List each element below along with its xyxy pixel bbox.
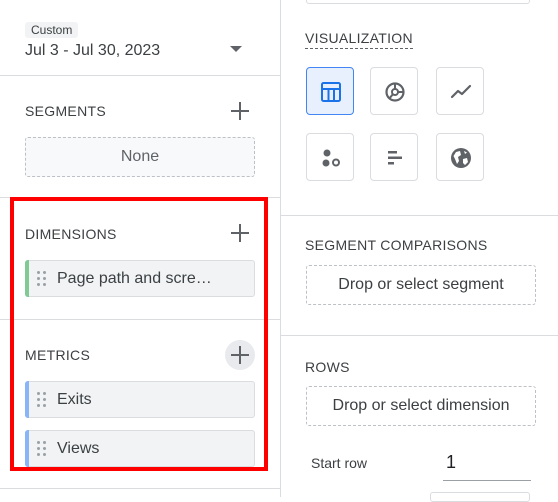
partial-field[interactable] (430, 492, 530, 502)
globe-icon (451, 148, 471, 168)
segment-comparisons-title: SEGMENT COMPARISONS (305, 237, 488, 253)
rows-title: ROWS (305, 359, 350, 375)
start-row-label: Start row (311, 455, 368, 471)
date-preset-chip: Custom (25, 22, 79, 38)
segments-title: SEGMENTS (25, 103, 106, 119)
scatter-plot-icon (322, 149, 340, 167)
scatter-plot-viz-button[interactable] (306, 133, 354, 181)
table-viz-button[interactable] (306, 67, 354, 115)
line-chart-icon (450, 84, 472, 99)
highlight-box (10, 197, 268, 471)
divider (281, 335, 558, 336)
divider (0, 75, 280, 76)
bar-chart-viz-button[interactable] (370, 133, 418, 181)
donut-chart-icon (385, 82, 405, 102)
geo-map-viz-button[interactable] (436, 133, 484, 181)
visualization-title: VISUALIZATION (305, 30, 413, 49)
segment-comparisons-drop-zone[interactable]: Drop or select segment (306, 265, 536, 305)
start-row-input[interactable]: 1 (446, 452, 456, 473)
start-row-underline (443, 480, 531, 481)
line-chart-viz-button[interactable] (436, 67, 484, 115)
add-segment-icon[interactable] (229, 100, 251, 122)
divider (0, 488, 280, 489)
rows-drop-zone[interactable]: Drop or select dimension (306, 386, 536, 426)
segments-drop-zone[interactable]: None (25, 137, 255, 177)
column-divider (280, 0, 281, 497)
date-range-dropdown-icon[interactable] (230, 46, 242, 52)
date-range[interactable]: Jul 3 - Jul 30, 2023 (25, 42, 160, 60)
donut-chart-viz-button[interactable] (370, 67, 418, 115)
bar-chart-icon (388, 151, 402, 165)
partial-input-field[interactable] (306, 0, 530, 4)
table-icon (321, 82, 341, 102)
divider (281, 215, 558, 216)
